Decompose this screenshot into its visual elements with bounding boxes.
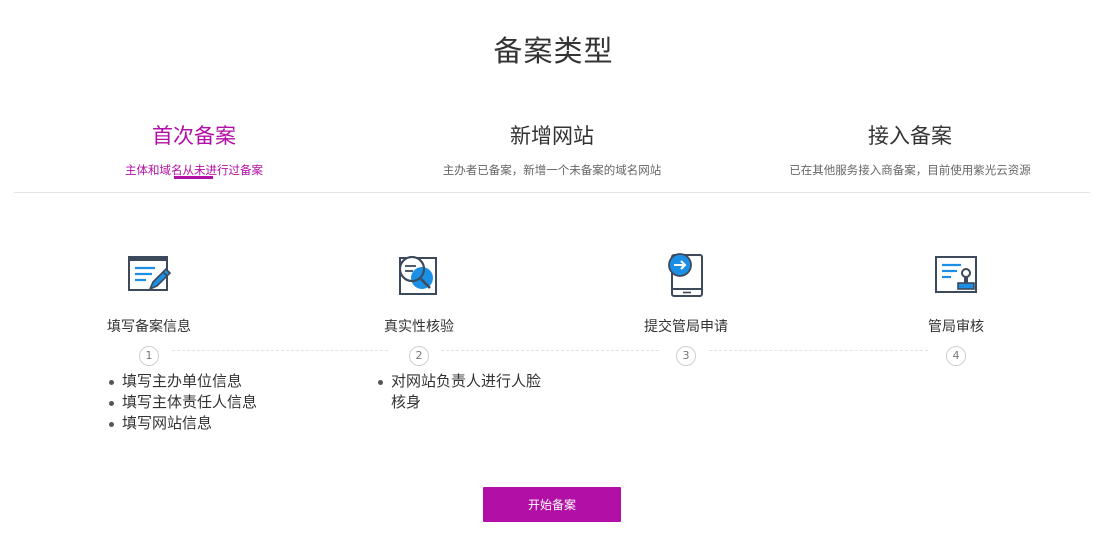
step-label: 填写备案信息 [107,319,191,335]
filing-type-tabs: 首次备案 主体和域名从未进行过备案 新增网站 主办者已备案，新增一个未备案的域名… [14,108,1090,193]
step1-bullet-list: 填写主办单位信息 填写主体责任人信息 填写网站信息 [107,371,257,434]
step-connector [709,350,928,351]
step-submit: 提交管局申请 3 [611,252,761,366]
tab-title: 新增网站 [510,124,594,148]
step-label: 提交管局申请 [644,319,728,335]
active-tab-indicator [174,176,213,179]
step-fill-info: 填写备案信息 1 [74,252,224,366]
list-item: 对网站负责人进行人脸 [376,371,541,392]
step-review: 管局审核 4 [881,252,1031,366]
tab-subtitle: 已在其他服务接入商备案，目前使用紫光云资源 [789,163,1031,177]
tab-access-filing[interactable]: 接入备案 已在其他服务接入商备案，目前使用紫光云资源 [730,108,1090,178]
list-item: 填写主办单位信息 [107,371,257,392]
step-label: 真实性核验 [384,319,454,335]
list-item: 填写主体责任人信息 [107,392,257,413]
tab-title: 接入备案 [868,124,952,148]
step-number: 2 [409,346,429,366]
page-title: 备案类型 [493,34,614,68]
tab-first-filing[interactable]: 首次备案 主体和域名从未进行过备案 [14,108,374,179]
step-number: 1 [139,346,159,366]
list-item: 填写网站信息 [107,413,257,434]
start-filing-button[interactable]: 开始备案 [483,487,621,522]
step-connector [441,350,659,351]
edit-form-icon [128,256,172,291]
stamp-review-icon [935,256,977,293]
tab-subtitle: 主办者已备案，新增一个未备案的域名网站 [442,163,662,177]
step-number: 3 [676,346,696,366]
page: 备案类型 首次备案 主体和域名从未进行过备案 新增网站 主办者已备案，新增一个未… [0,0,1107,536]
step-number: 4 [946,346,966,366]
list-item-continuation: 核身 [391,393,422,411]
step-label: 管局审核 [928,319,984,335]
tab-new-website[interactable]: 新增网站 主办者已备案，新增一个未备案的域名网站 [372,108,732,178]
search-verify-icon [399,256,437,295]
step-verify: 真实性核验 2 [344,252,494,366]
step-connector [172,350,388,351]
tab-title: 首次备案 [152,124,236,148]
step2-bullet-list: 对网站负责人进行人脸 核身 [376,371,541,413]
submit-tablet-icon [668,253,703,297]
